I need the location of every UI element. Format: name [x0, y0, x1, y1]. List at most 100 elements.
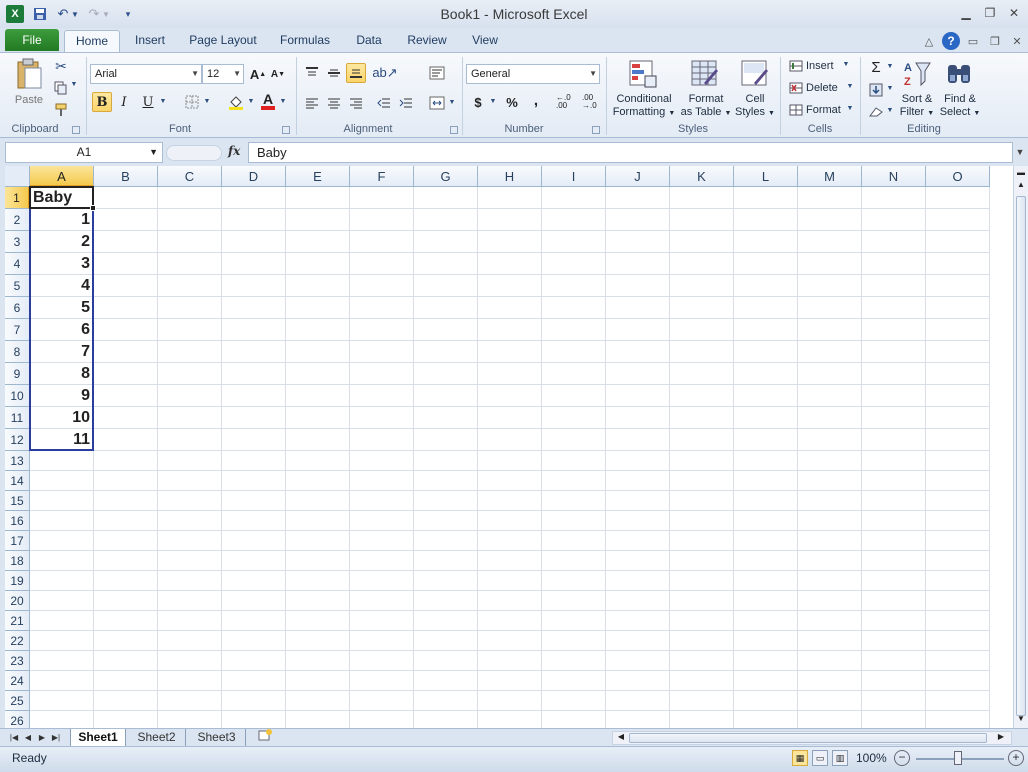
cell-c8[interactable]: [158, 341, 222, 363]
scroll-up-icon[interactable]: ▲: [1015, 180, 1027, 192]
cell-c6[interactable]: [158, 297, 222, 319]
cell-a21[interactable]: [30, 611, 94, 631]
cell-l10[interactable]: [734, 385, 798, 407]
name-box-dropdown-icon[interactable]: ▼: [149, 143, 158, 162]
cell-l1[interactable]: [734, 187, 798, 209]
cell-a2[interactable]: 1: [30, 209, 94, 231]
cell-j1[interactable]: [606, 187, 670, 209]
cell-a19[interactable]: [30, 571, 94, 591]
cell-e13[interactable]: [286, 451, 350, 471]
cell-c18[interactable]: [158, 551, 222, 571]
cell-m13[interactable]: [798, 451, 862, 471]
cell-i18[interactable]: [542, 551, 606, 571]
cell-d19[interactable]: [222, 571, 286, 591]
cut-icon[interactable]: ✂: [52, 57, 70, 75]
align-right-icon[interactable]: [346, 93, 366, 113]
cell-d8[interactable]: [222, 341, 286, 363]
cell-i12[interactable]: [542, 429, 606, 451]
cell-d12[interactable]: [222, 429, 286, 451]
column-header-m[interactable]: M: [798, 166, 862, 187]
last-sheet-icon[interactable]: ▶|: [50, 730, 62, 745]
merge-dropdown-icon[interactable]: ▼: [448, 99, 456, 106]
copy-icon[interactable]: [52, 79, 70, 97]
cell-b19[interactable]: [94, 571, 158, 591]
cell-e2[interactable]: [286, 209, 350, 231]
cell-n6[interactable]: [862, 297, 926, 319]
cell-d9[interactable]: [222, 363, 286, 385]
cell-c2[interactable]: [158, 209, 222, 231]
cell-j14[interactable]: [606, 471, 670, 491]
cell-b25[interactable]: [94, 691, 158, 711]
cell-k5[interactable]: [670, 275, 734, 297]
cell-g20[interactable]: [414, 591, 478, 611]
cell-l14[interactable]: [734, 471, 798, 491]
row-header-24[interactable]: 24: [5, 671, 30, 691]
cell-styles-label[interactable]: Cell Styles ▼: [734, 93, 776, 120]
cell-b16[interactable]: [94, 511, 158, 531]
cell-m5[interactable]: [798, 275, 862, 297]
tab-file[interactable]: File: [5, 29, 59, 51]
cell-m6[interactable]: [798, 297, 862, 319]
tab-formulas[interactable]: Formulas: [272, 30, 338, 52]
cell-f16[interactable]: [350, 511, 414, 531]
cell-j4[interactable]: [606, 253, 670, 275]
cell-h7[interactable]: [478, 319, 542, 341]
font-color-dropdown-icon[interactable]: ▼: [278, 98, 288, 105]
cell-l16[interactable]: [734, 511, 798, 531]
row-header-22[interactable]: 22: [5, 631, 30, 651]
cell-c20[interactable]: [158, 591, 222, 611]
minimize-icon[interactable]: ▁: [955, 4, 977, 22]
cell-j11[interactable]: [606, 407, 670, 429]
borders-dropdown-icon[interactable]: ▼: [202, 98, 212, 105]
cell-f24[interactable]: [350, 671, 414, 691]
cell-d2[interactable]: [222, 209, 286, 231]
merge-center-icon[interactable]: [426, 93, 448, 113]
cell-o26[interactable]: [926, 711, 990, 728]
conditional-formatting-icon[interactable]: [626, 57, 660, 91]
cell-j19[interactable]: [606, 571, 670, 591]
cell-o10[interactable]: [926, 385, 990, 407]
cell-g11[interactable]: [414, 407, 478, 429]
delete-cells-dropdown-icon[interactable]: ▼: [846, 83, 854, 90]
column-header-n[interactable]: N: [862, 166, 926, 187]
cell-n13[interactable]: [862, 451, 926, 471]
horizontal-scrollbar[interactable]: ◀ ▶: [612, 731, 1012, 745]
cell-i10[interactable]: [542, 385, 606, 407]
cell-b5[interactable]: [94, 275, 158, 297]
cell-l23[interactable]: [734, 651, 798, 671]
align-middle-icon[interactable]: [324, 63, 344, 83]
align-left-icon[interactable]: [302, 93, 322, 113]
number-format-dropdown-icon[interactable]: ▼: [589, 65, 597, 83]
cell-i19[interactable]: [542, 571, 606, 591]
prev-sheet-icon[interactable]: ◀: [22, 730, 34, 745]
cell-k23[interactable]: [670, 651, 734, 671]
cell-m10[interactable]: [798, 385, 862, 407]
borders-icon[interactable]: [182, 92, 202, 112]
cell-h17[interactable]: [478, 531, 542, 551]
cell-o2[interactable]: [926, 209, 990, 231]
horizontal-scroll-thumb[interactable]: [629, 733, 987, 743]
cell-d5[interactable]: [222, 275, 286, 297]
cell-k22[interactable]: [670, 631, 734, 651]
cell-n11[interactable]: [862, 407, 926, 429]
zoom-level[interactable]: 100%: [856, 751, 887, 765]
decrease-indent-icon[interactable]: [374, 93, 394, 113]
cell-e11[interactable]: [286, 407, 350, 429]
cell-k15[interactable]: [670, 491, 734, 511]
row-header-1[interactable]: 1: [5, 187, 30, 209]
cell-a26[interactable]: [30, 711, 94, 728]
cell-d6[interactable]: [222, 297, 286, 319]
tab-review[interactable]: Review: [400, 30, 454, 52]
cell-m24[interactable]: [798, 671, 862, 691]
cell-i26[interactable]: [542, 711, 606, 728]
row-header-3[interactable]: 3: [5, 231, 30, 253]
cell-f23[interactable]: [350, 651, 414, 671]
cell-f14[interactable]: [350, 471, 414, 491]
column-header-f[interactable]: F: [350, 166, 414, 187]
cell-j7[interactable]: [606, 319, 670, 341]
cell-k21[interactable]: [670, 611, 734, 631]
font-size-combo[interactable]: 12 ▼: [202, 64, 244, 84]
cell-n18[interactable]: [862, 551, 926, 571]
cell-m12[interactable]: [798, 429, 862, 451]
cell-g12[interactable]: [414, 429, 478, 451]
